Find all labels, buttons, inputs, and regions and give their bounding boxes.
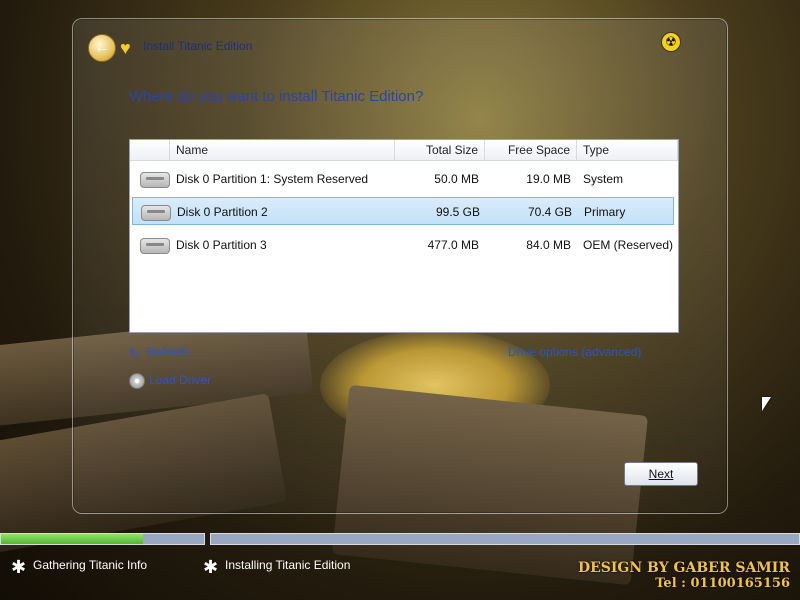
back-arrow-icon: ← xyxy=(94,39,110,56)
partition-type: OEM (Reserved) xyxy=(583,238,674,252)
progress-fill xyxy=(1,534,144,544)
credit-line-1: DESIGN BY GABER SAMIR xyxy=(577,560,790,576)
install-window: ← ♥ Install Titanic Edition ☢ Where do y… xyxy=(72,18,728,514)
partition-list[interactable]: Name Total Size Free Space Type Disk 0 P… xyxy=(129,139,679,333)
partition-total-size: 477.0 MB xyxy=(427,238,479,252)
step-label: Installing Titanic Edition xyxy=(225,558,351,572)
hard-drive-icon xyxy=(140,238,170,254)
star-icon: ✱ xyxy=(11,557,27,577)
partition-list-header: Name Total Size Free Space Type xyxy=(130,140,678,161)
drive-options-link[interactable]: Drive options (advanced) xyxy=(508,345,641,359)
window-title: Install Titanic Edition xyxy=(143,39,253,53)
load-driver-link[interactable]: Load Driver xyxy=(129,373,211,389)
step-installing: ✱ Installing Titanic Edition xyxy=(203,557,351,577)
column-header-total-size[interactable]: Total Size xyxy=(395,140,485,160)
partition-name: Disk 0 Partition 3 xyxy=(176,238,267,252)
partition-type: System xyxy=(583,172,624,186)
step-gathering-info: ✱ Gathering Titanic Info xyxy=(11,557,148,577)
hard-drive-icon xyxy=(141,205,171,221)
column-header-free-space[interactable]: Free Space xyxy=(485,140,577,160)
partition-total-size: 50.0 MB xyxy=(434,172,479,186)
progress-segment-installing xyxy=(210,533,800,545)
partition-free-space: 84.0 MB xyxy=(526,238,571,252)
disc-icon xyxy=(129,373,145,389)
icon-column-header[interactable] xyxy=(130,140,170,160)
refresh-link[interactable]: ↻ Refresh xyxy=(129,345,190,361)
star-icon: ✱ xyxy=(203,557,219,577)
partition-row[interactable]: Disk 0 Partition 1: System Reserved 50.0… xyxy=(132,165,674,193)
mouse-cursor-icon xyxy=(762,397,771,411)
radiation-icon: ☢ xyxy=(661,32,681,52)
back-button[interactable]: ← xyxy=(88,34,116,62)
column-header-name[interactable]: Name xyxy=(170,140,395,160)
column-header-type[interactable]: Type xyxy=(577,140,678,160)
partition-row-selected[interactable]: Disk 0 Partition 2 99.5 GB 70.4 GB Prima… xyxy=(132,197,674,225)
partition-free-space: 19.0 MB xyxy=(526,172,571,186)
credit-line-2: Tel : 01100165156 xyxy=(655,576,790,591)
partition-name: Disk 0 Partition 1: System Reserved xyxy=(176,172,369,186)
next-button-label: Next xyxy=(648,467,674,481)
install-location-question: Where do you want to install Titanic Edi… xyxy=(129,88,424,105)
partition-row[interactable]: Disk 0 Partition 3 477.0 MB 84.0 MB OEM … xyxy=(132,231,674,259)
setup-progress-bar xyxy=(0,533,800,545)
partition-total-size: 99.5 GB xyxy=(435,205,480,219)
partition-type: Primary xyxy=(584,205,626,219)
load-driver-link-label: Load Driver xyxy=(149,373,212,388)
partition-name: Disk 0 Partition 2 xyxy=(177,205,268,219)
refresh-icon: ↻ xyxy=(129,345,140,361)
refresh-link-label: Refresh xyxy=(147,345,190,359)
step-label: Gathering Titanic Info xyxy=(33,558,148,572)
heart-icon: ♥ xyxy=(120,38,131,58)
partition-free-space: 70.4 GB xyxy=(527,205,572,219)
designer-credit: DESIGN BY GABER SAMIR Tel : 01100165156 xyxy=(578,560,790,591)
hard-drive-icon xyxy=(140,172,170,188)
progress-segment-gathering xyxy=(0,533,205,545)
next-button[interactable]: Next xyxy=(624,462,698,486)
